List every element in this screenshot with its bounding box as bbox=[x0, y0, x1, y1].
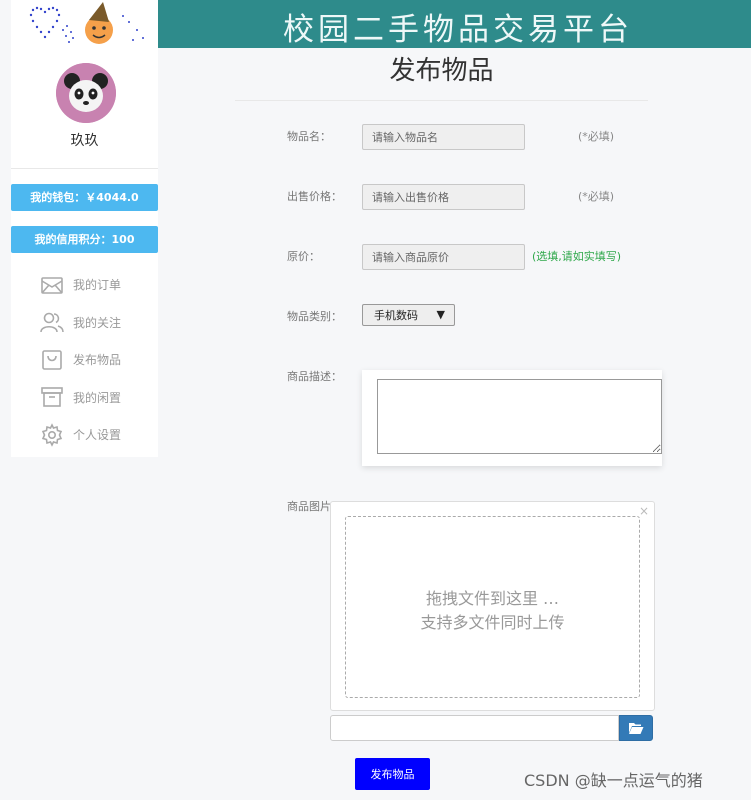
site-banner: 校园二手物品交易平台 bbox=[158, 0, 751, 48]
panda-avatar-icon bbox=[56, 63, 116, 123]
item-name-input[interactable] bbox=[362, 124, 525, 150]
site-logo[interactable] bbox=[11, 0, 158, 48]
sidebar-item-orders[interactable]: 我的订单 bbox=[39, 266, 158, 304]
credit-badge[interactable]: 我的信用积分：100 bbox=[11, 226, 158, 253]
users-icon bbox=[39, 309, 65, 335]
sidebar-item-settings[interactable]: 个人设置 bbox=[39, 416, 158, 454]
price-input[interactable] bbox=[362, 184, 525, 210]
sidebar-item-label: 我的关注 bbox=[73, 315, 122, 330]
original-price-hint: (选填,请如实填写) bbox=[532, 250, 622, 263]
description-panel bbox=[362, 370, 662, 466]
item-name-hint: (*必填) bbox=[578, 130, 615, 143]
folder-open-icon bbox=[629, 723, 644, 734]
drop-instruction: 拖拽文件到这里 … bbox=[425, 589, 560, 608]
sidebar-item-label: 我的闲置 bbox=[73, 390, 122, 405]
publish-button[interactable]: 发布物品 bbox=[355, 758, 430, 790]
description-textarea[interactable] bbox=[377, 379, 662, 454]
dropdown-arrow-icon: ▼ bbox=[436, 308, 445, 321]
price-hint: (*必填) bbox=[578, 190, 615, 203]
archive-icon bbox=[39, 384, 65, 410]
sidebar-menu: 我的订单 我的关注 发布物品 我的闲置 个人设置 bbox=[39, 266, 158, 454]
browse-files-button[interactable] bbox=[619, 715, 653, 741]
gear-icon bbox=[39, 422, 65, 448]
original-price-input[interactable] bbox=[362, 244, 525, 270]
logo-heart-icon bbox=[29, 2, 144, 44]
category-select[interactable]: 手机数码 ▼ bbox=[362, 304, 455, 326]
sidebar-item-label: 个人设置 bbox=[73, 428, 122, 443]
wallet-badge[interactable]: 我的钱包：￥4044.0 bbox=[11, 184, 158, 211]
sidebar: 玖玖 我的钱包：￥4044.0 我的信用积分：100 我的订单 我的关注 发布物… bbox=[11, 48, 158, 457]
category-label: 物品类别： bbox=[287, 310, 342, 323]
site-title: 校园二手物品交易平台 bbox=[283, 12, 633, 48]
description-label: 商品描述： bbox=[287, 370, 342, 383]
username: 玖玖 bbox=[70, 133, 99, 149]
sidebar-item-follows[interactable]: 我的关注 bbox=[39, 304, 158, 342]
price-label: 出售价格： bbox=[287, 190, 342, 203]
envelope-icon bbox=[39, 272, 65, 298]
sidebar-item-publish[interactable]: 发布物品 bbox=[39, 341, 158, 379]
file-path-input[interactable] bbox=[330, 715, 619, 741]
dropzone-area[interactable]: 拖拽文件到这里 … 支持多文件同时上传 bbox=[345, 516, 640, 698]
sidebar-item-idle[interactable]: 我的闲置 bbox=[39, 379, 158, 417]
bag-icon bbox=[39, 347, 65, 373]
original-price-label: 原价： bbox=[287, 250, 320, 263]
watermark: CSDN @缺一点运气的猪 bbox=[524, 771, 703, 790]
item-name-label: 物品名： bbox=[287, 130, 331, 143]
category-selected-value: 手机数码 bbox=[374, 309, 418, 322]
avatar[interactable] bbox=[56, 63, 116, 123]
sidebar-item-label: 发布物品 bbox=[73, 353, 122, 368]
drop-subinstruction: 支持多文件同时上传 bbox=[420, 613, 565, 632]
title-divider bbox=[235, 100, 648, 101]
file-dropzone[interactable]: × 拖拽文件到这里 … 支持多文件同时上传 bbox=[330, 501, 655, 711]
sidebar-item-label: 我的订单 bbox=[73, 278, 122, 293]
sidebar-divider bbox=[11, 168, 158, 169]
header: 校园二手物品交易平台 bbox=[0, 0, 751, 48]
close-icon[interactable]: × bbox=[639, 504, 649, 518]
page-title: 发布物品 bbox=[389, 56, 494, 86]
